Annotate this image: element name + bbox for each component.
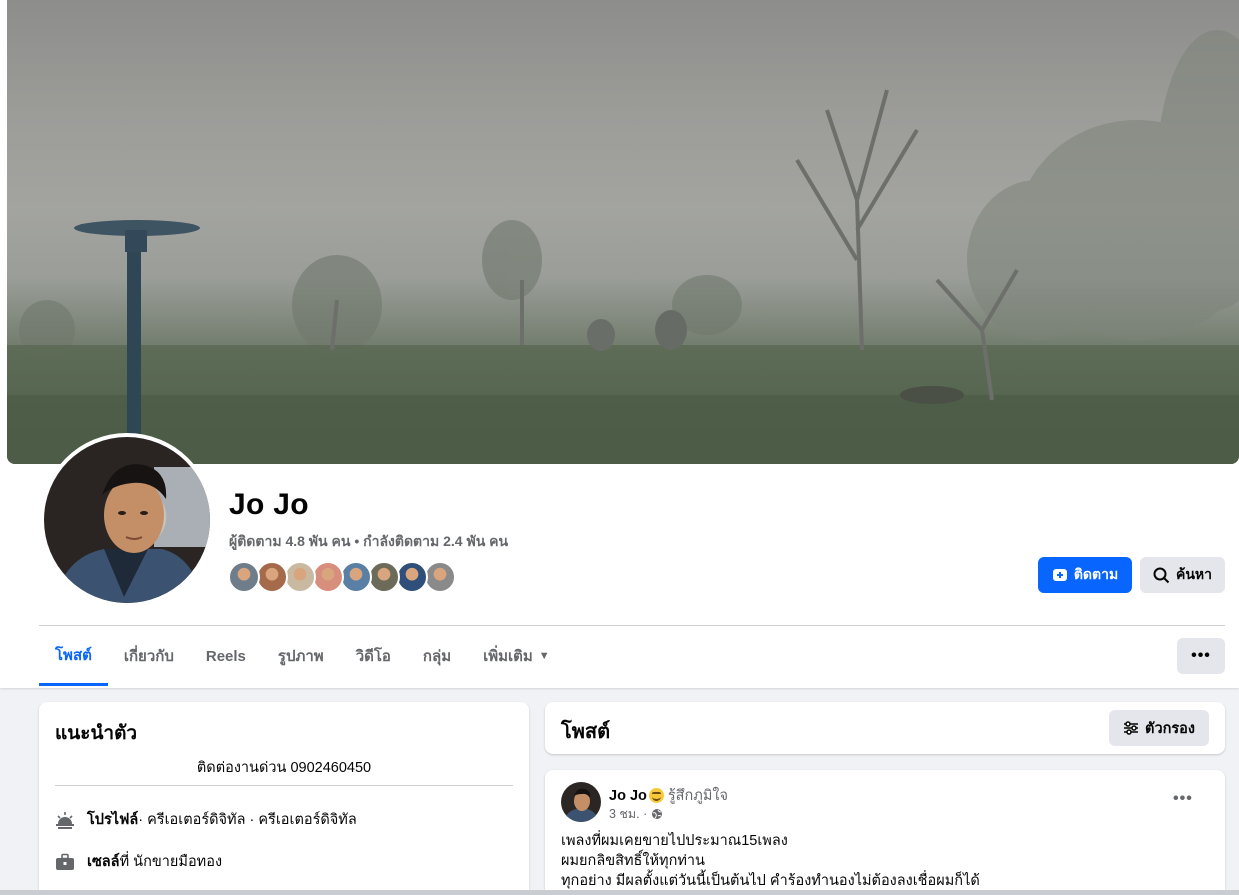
tab-reels[interactable]: Reels xyxy=(190,627,262,685)
intro-profile-label: โปรไฟล์ xyxy=(87,812,139,828)
cover-foggy-landscape xyxy=(7,30,1239,464)
posts-header-card: โพสต์ ตัวกรอง xyxy=(545,702,1225,754)
window-bottom-edge xyxy=(0,890,1239,895)
intro-work-value: ที่ นักขายมือทอง xyxy=(119,854,223,870)
profile-info-icon xyxy=(55,810,75,830)
tab-label: โพสต์ xyxy=(55,647,92,664)
post-meta: 3 ชม. · xyxy=(609,804,663,824)
filter-icon xyxy=(1123,721,1139,735)
follow-button[interactable]: ติดตาม xyxy=(1038,557,1132,593)
follow-label: ติดตาม xyxy=(1073,566,1119,582)
profile-avatar[interactable] xyxy=(40,433,214,607)
more-dots-icon: ••• xyxy=(1173,790,1193,807)
intro-divider xyxy=(55,785,513,786)
follower-avatar[interactable] xyxy=(256,561,288,593)
tab-more[interactable]: เพิ่มเติม ▼ xyxy=(467,627,566,685)
avatar-photo xyxy=(44,437,210,603)
post-author-name[interactable]: Jo Jo xyxy=(609,788,647,804)
filter-button[interactable]: ตัวกรอง xyxy=(1109,710,1209,746)
intro-bio: ติดต่องานด่วน 0902460450 xyxy=(196,760,372,776)
intro-title: แนะนำตัว xyxy=(55,723,138,744)
follower-stats[interactable]: ผู้ติดตาม 4.8 พัน คน • กำลังติดตาม 2.4 พ… xyxy=(229,531,508,553)
post-options-button[interactable]: ••• xyxy=(1173,790,1193,808)
profile-header: Jo Jo ผู้ติดตาม 4.8 พัน คน • กำลังติดตาม… xyxy=(0,0,1239,688)
profile-name: Jo Jo xyxy=(229,488,309,521)
tab-label: Reels xyxy=(205,647,246,665)
intro-profile-value: · ครีเอเตอร์ดิจิทัล · ครีเอเตอร์ดิจิทัล xyxy=(138,812,357,828)
follower-avatar[interactable] xyxy=(228,561,260,593)
follower-avatar[interactable] xyxy=(396,561,428,593)
search-button[interactable]: ค้นหา xyxy=(1140,557,1225,593)
intro-profile-row: โปรไฟล์ · ครีเอเตอร์ดิจิทัล · ครีเอเตอร์… xyxy=(55,808,357,831)
tab-about[interactable]: เกี่ยวกับ xyxy=(108,627,190,685)
add-friend-icon xyxy=(1052,567,1068,583)
posts-title: โพสต์ xyxy=(561,721,611,743)
follower-avatar[interactable] xyxy=(424,561,456,593)
post-line: ผมยกลิขสิทธิ์ให้ทุกท่าน xyxy=(561,853,705,869)
follower-avatars xyxy=(228,561,456,593)
profile-tabs: โพสต์ เกี่ยวกับ Reels รูปภาพ วิดีโอ กลุ่… xyxy=(39,627,566,687)
facebook-profile-page: Jo Jo ผู้ติดตาม 4.8 พัน คน • กำลังติดตาม… xyxy=(0,0,1239,895)
tab-label: รูปภาพ xyxy=(277,648,324,665)
tab-label: เพิ่มเติม xyxy=(483,648,533,665)
tab-label: วิดีโอ xyxy=(355,648,391,665)
cover-photo[interactable] xyxy=(7,0,1239,464)
proud-emoji-icon xyxy=(648,788,664,803)
follower-avatar[interactable] xyxy=(312,561,344,593)
filter-label: ตัวกรอง xyxy=(1145,720,1195,737)
tab-videos[interactable]: วิดีโอ xyxy=(340,627,407,685)
search-icon xyxy=(1153,567,1170,584)
follower-avatar[interactable] xyxy=(368,561,400,593)
globe-icon xyxy=(651,808,663,820)
follower-avatar[interactable] xyxy=(284,561,316,593)
more-options-button[interactable]: ••• xyxy=(1177,638,1225,674)
post-card: Jo Jo รู้สึกภูมิใจ 3 ชม. · ••• เพลงที่ผม… xyxy=(545,770,1225,895)
follower-avatar[interactable] xyxy=(340,561,372,593)
more-dots-icon: ••• xyxy=(1191,647,1211,664)
tab-photos[interactable]: รูปภาพ xyxy=(262,627,340,685)
header-divider xyxy=(39,625,1225,626)
post-line: เพลงที่ผมเคยขายไปประมาณ15เพลง xyxy=(561,833,788,849)
search-label: ค้นหา xyxy=(1175,566,1213,582)
tab-label: เกี่ยวกับ xyxy=(123,648,174,665)
intro-card: แนะนำตัว ติดต่องานด่วน 0902460450 โปรไฟล… xyxy=(39,702,529,895)
post-feeling: รู้สึกภูมิใจ xyxy=(667,788,728,804)
briefcase-icon xyxy=(55,852,75,872)
post-time[interactable]: 3 ชม. · xyxy=(609,804,647,824)
post-author-avatar[interactable] xyxy=(561,782,601,822)
tab-posts[interactable]: โพสต์ xyxy=(39,627,108,686)
tab-groups[interactable]: กลุ่ม xyxy=(407,627,467,685)
caret-down-icon: ▼ xyxy=(538,650,550,662)
tab-label: กลุ่ม xyxy=(422,648,452,665)
post-line: ทุกอย่าง มีผลตั้งแต่วันนี้เป็นต้นไป คำร้… xyxy=(561,873,980,889)
intro-work-row: เซลล์ ที่ นักขายมือทอง xyxy=(55,850,222,873)
post-body: เพลงที่ผมเคยขายไปประมาณ15เพลง ผมยกลิขสิท… xyxy=(561,831,980,891)
intro-work-label: เซลล์ xyxy=(87,854,120,870)
